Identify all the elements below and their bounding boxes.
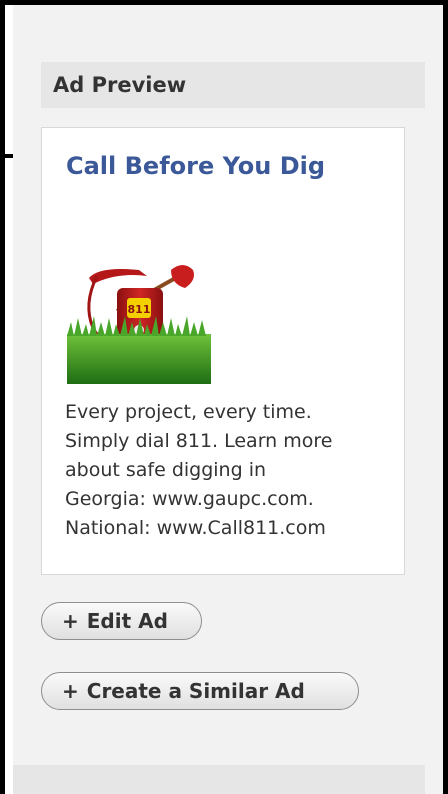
panel-left-gutter <box>5 5 13 794</box>
section-header: Ad Preview <box>41 62 425 108</box>
ad-body-line: National: www.Call811.com <box>65 517 326 539</box>
edit-ad-button[interactable]: + Edit Ad <box>41 602 202 640</box>
ad-body-line: about safe digging in <box>65 459 267 481</box>
divider <box>0 154 13 158</box>
create-similar-ad-label: Create a Similar Ad <box>86 679 305 703</box>
ad-title-link[interactable]: Call Before You Dig <box>66 152 325 180</box>
ad-body-line: Simply dial 811. Learn more <box>65 430 333 452</box>
ad-image[interactable]: 811 <box>67 206 211 384</box>
ad-body-text: Every project, every time. Simply dial 8… <box>65 398 385 543</box>
plus-icon: + <box>62 609 79 633</box>
plus-icon: + <box>62 679 79 703</box>
next-section-header <box>13 765 425 794</box>
ad-card: Call Before You Dig 811 Every project, e… <box>41 127 405 575</box>
create-similar-ad-button[interactable]: + Create a Similar Ad <box>41 672 359 710</box>
section-title: Ad Preview <box>53 73 187 97</box>
edit-ad-label: Edit Ad <box>86 609 168 633</box>
ad-body-line: Every project, every time. <box>65 401 312 423</box>
ad-body-line: Georgia: www.gaupc.com. <box>65 488 314 510</box>
ad-image-badge: 811 <box>128 303 151 316</box>
